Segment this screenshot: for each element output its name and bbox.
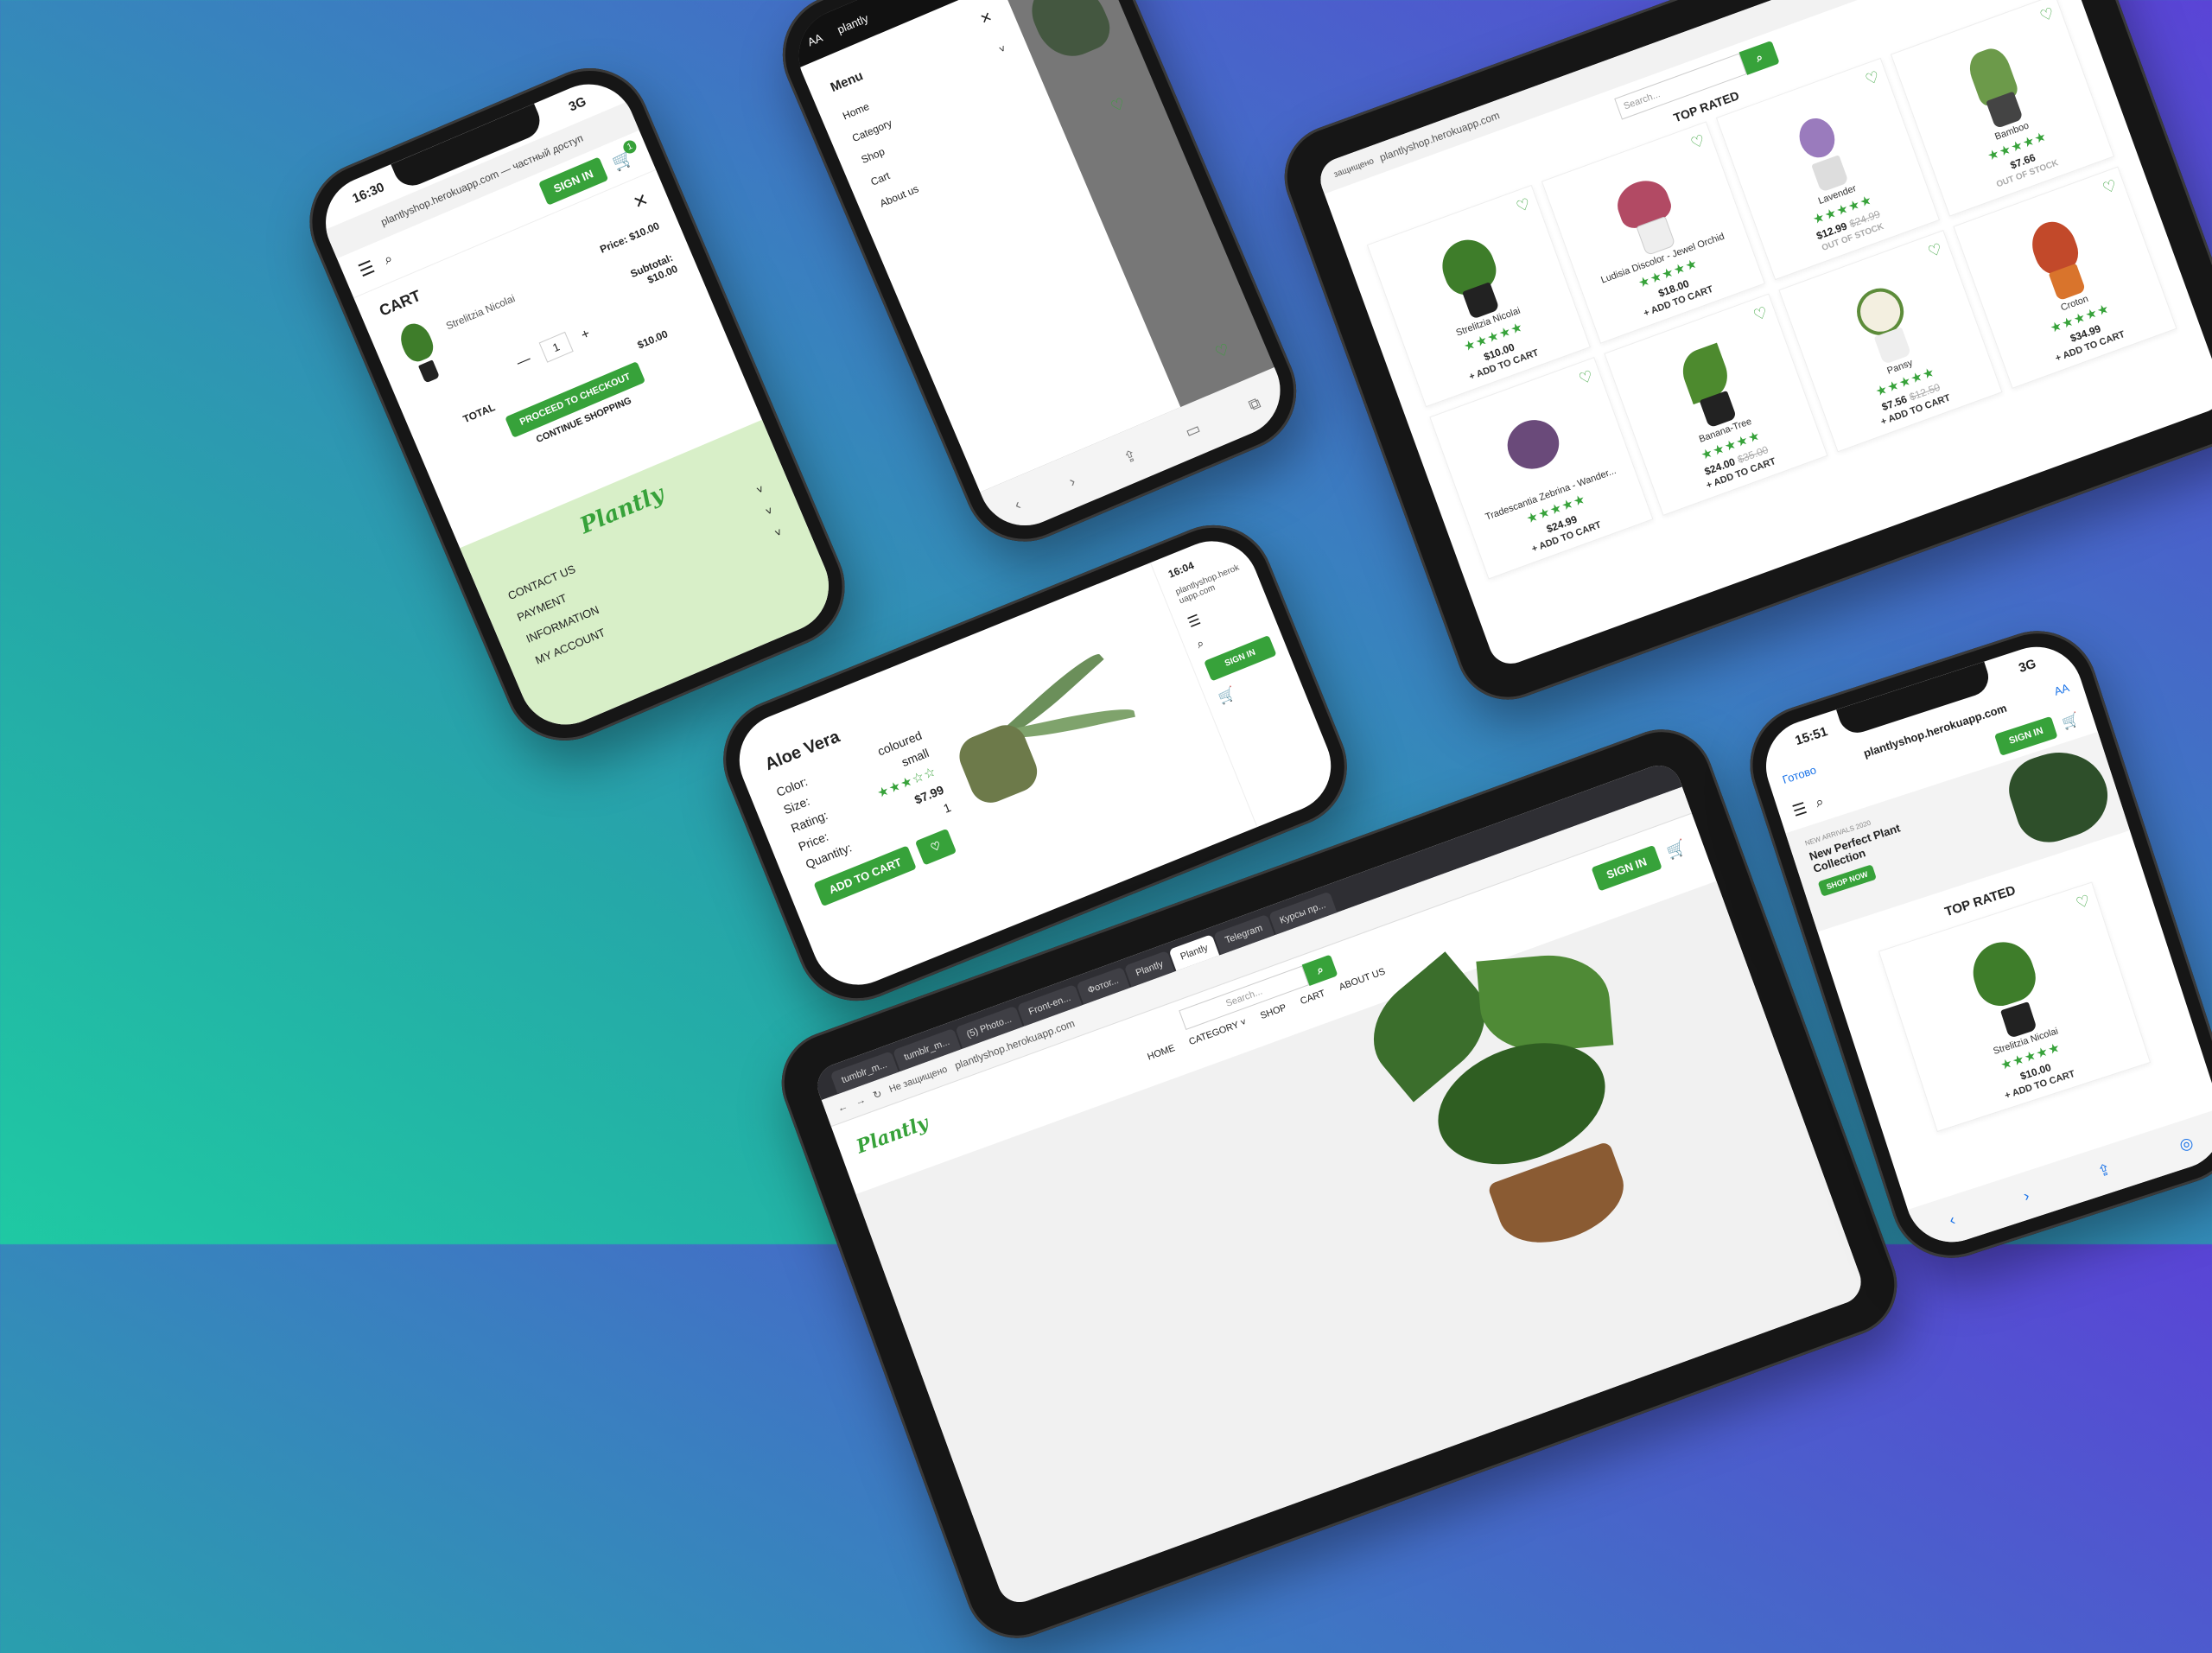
product-side-bar: 16:04 plantlyshop.herokuapp.com ☰ ⌕ SIGN… xyxy=(1149,527,1345,828)
plant-image xyxy=(1842,277,1926,371)
address-text[interactable]: plantly xyxy=(836,11,870,35)
back-icon[interactable]: ← xyxy=(836,1100,849,1115)
reload-icon[interactable]: ↻ xyxy=(871,1087,883,1102)
done-button[interactable]: Готово xyxy=(1781,763,1818,786)
dimmed-plant-image xyxy=(1022,0,1117,67)
phone-menu-device: AA plantly Menu ✕ Home ˅ Category Shop Ca… xyxy=(764,0,1315,561)
browser-toolbar: ‹ › ⇪ ◎ xyxy=(1907,1108,2212,1255)
cart-count-badge: 1 xyxy=(621,138,639,156)
back-icon[interactable]: ‹ xyxy=(1947,1211,1957,1230)
tabs-icon[interactable]: ⧉ xyxy=(1246,393,1263,414)
close-icon[interactable]: ✕ xyxy=(977,8,995,29)
plant-image xyxy=(1961,933,2056,1045)
increment-button[interactable]: + xyxy=(579,326,593,343)
heart-icon[interactable]: ♡ xyxy=(1863,67,1882,89)
cart-icon[interactable]: 🛒 xyxy=(2060,710,2082,732)
phone-menu-screen: AA plantly Menu ✕ Home ˅ Category Shop Ca… xyxy=(784,0,1295,540)
heart-icon[interactable]: ♡ xyxy=(2074,892,2093,913)
heart-icon[interactable]: ♡ xyxy=(1514,194,1533,216)
tablet-screen: защищено plantlyshop.herokuapp.com Searc… xyxy=(1314,0,2212,671)
heart-icon[interactable]: ♡ xyxy=(2037,4,2056,26)
back-icon[interactable]: ‹ xyxy=(1012,495,1024,514)
phone-cart-device: 16:30 3G plantlyshop.herokuapp.com — час… xyxy=(290,49,864,760)
plant-image xyxy=(2017,213,2101,307)
heart-icon[interactable]: ♡ xyxy=(1577,367,1596,389)
search-button[interactable]: ⌕ xyxy=(1738,40,1780,75)
nav-home[interactable]: HOME xyxy=(1146,1043,1176,1063)
forward-icon[interactable]: › xyxy=(2021,1186,2031,1205)
font-size-toggle[interactable]: AA xyxy=(805,30,824,48)
search-button[interactable]: ⌕ xyxy=(1301,954,1338,986)
site-footer: Plantly CONTACT US ˅ PAYMENT ˅ INFORMATION… xyxy=(460,419,843,740)
close-icon[interactable]: ✕ xyxy=(630,188,652,214)
heart-icon[interactable]: ♡ xyxy=(2101,176,2120,198)
quantity-value[interactable]: 1 xyxy=(942,800,953,816)
chevron-down-icon: ˅ xyxy=(763,504,775,518)
forward-icon[interactable]: › xyxy=(1066,472,1078,491)
total-value: $10.00 xyxy=(635,327,670,352)
product-image xyxy=(929,637,1163,852)
heart-icon[interactable]: ♡ xyxy=(1688,131,1707,153)
bookmarks-icon[interactable]: ▭ xyxy=(1183,419,1204,442)
status-time: 15:51 xyxy=(1793,723,1830,748)
phone-cart-screen: 16:30 3G plantlyshop.herokuapp.com — час… xyxy=(311,69,843,740)
forward-icon[interactable]: → xyxy=(854,1093,868,1108)
hamburger-icon[interactable]: ☰ xyxy=(355,256,378,282)
chevron-down-icon: ˅ xyxy=(754,482,766,498)
chevron-down-icon: ˅ xyxy=(772,525,785,540)
tablet-device: защищено plantlyshop.herokuapp.com Searc… xyxy=(1269,0,2212,715)
heart-icon[interactable]: ♡ xyxy=(1109,94,1128,117)
product-details: Aloe Vera Color: coloured Size: small Rati… xyxy=(762,698,967,906)
sign-in-button[interactable]: SIGN IN xyxy=(1591,844,1662,891)
total-label: TOTAL xyxy=(461,401,498,426)
chevron-down-icon: ˅ xyxy=(997,41,1008,56)
font-size-toggle[interactable]: AA xyxy=(2052,681,2070,698)
side-menu: Menu ✕ Home ˅ Category Shop Cart About us xyxy=(799,0,1180,493)
cart-title: CART xyxy=(376,286,423,320)
nav-cart[interactable]: CART xyxy=(1299,989,1326,1007)
cart-icon[interactable]: 🛒 xyxy=(1664,838,1688,861)
cart-icon[interactable]: 🛒 1 xyxy=(609,138,639,175)
wishlist-heart-icon[interactable]: ♡ xyxy=(915,828,957,866)
search-icon[interactable]: ⌕ xyxy=(382,251,395,268)
decrement-button[interactable]: — xyxy=(514,351,533,371)
status-signal: 3G xyxy=(566,93,588,115)
nav-shop[interactable]: SHOP xyxy=(1259,1002,1287,1021)
heart-icon[interactable]: ♡ xyxy=(1926,240,1945,262)
status-signal: 3G xyxy=(2017,656,2038,676)
status-time: 16:30 xyxy=(350,179,387,207)
plant-thumbnail-icon xyxy=(389,316,452,389)
share-icon[interactable]: ⇪ xyxy=(1121,446,1140,467)
menu-title: Menu xyxy=(828,68,866,96)
heart-icon[interactable]: ♡ xyxy=(1751,303,1770,325)
share-icon[interactable]: ⇪ xyxy=(2095,1160,2113,1181)
plantly-logo[interactable]: Plantly xyxy=(854,1112,931,1159)
search-icon[interactable]: ⌕ xyxy=(1814,794,1826,811)
compass-icon[interactable]: ◎ xyxy=(2177,1133,2195,1154)
quantity-value[interactable]: 1 xyxy=(538,331,574,363)
hamburger-icon[interactable]: ☰ xyxy=(1790,798,1809,820)
heart-icon[interactable]: ♡ xyxy=(1212,340,1232,363)
secure-label: защищено xyxy=(1332,156,1376,180)
